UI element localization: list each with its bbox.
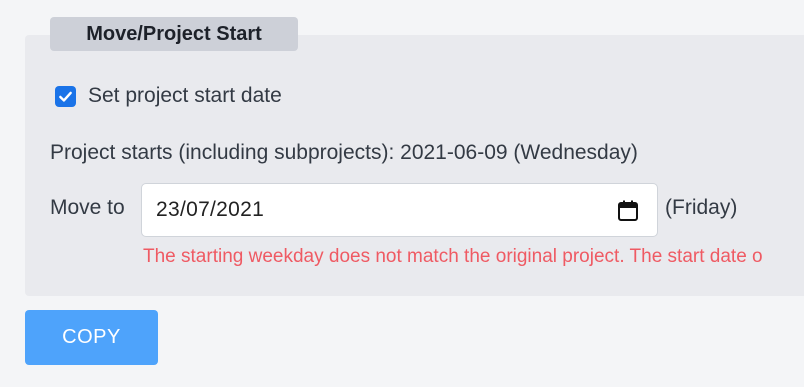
set-start-date-label[interactable]: Set project start date <box>88 84 282 108</box>
project-starts-text: Project starts (including subprojects): … <box>50 141 638 164</box>
calendar-icon[interactable] <box>616 199 640 223</box>
move-to-label: Move to <box>50 196 125 219</box>
weekday-mismatch-warning: The starting weekday does not match the … <box>143 246 763 267</box>
set-start-date-row[interactable]: Set project start date <box>55 82 282 110</box>
move-to-weekday: (Friday) <box>665 196 738 219</box>
check-icon <box>59 91 72 102</box>
section-legend: Move/Project Start <box>50 17 298 51</box>
set-start-date-checkbox[interactable] <box>55 85 76 107</box>
move-to-date-value[interactable]: 23/07/2021 <box>156 198 264 222</box>
move-to-date-input[interactable]: 23/07/2021 <box>141 183 658 237</box>
copy-button[interactable]: COPY <box>25 310 158 365</box>
